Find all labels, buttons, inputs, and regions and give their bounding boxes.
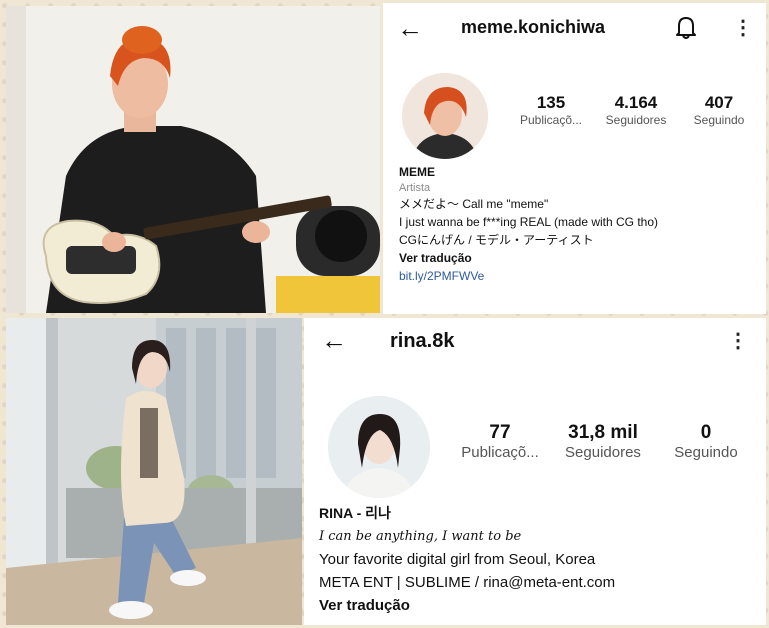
posts-label: Publicaçõ...: [461, 444, 539, 461]
posts-count: 77: [489, 422, 511, 443]
following-label: Seguindo: [674, 444, 738, 461]
bio-line: I just wanna be f***ing REAL (made with …: [399, 215, 659, 229]
bio-line: META ENT | SUBLIME / rina@meta-ent.com: [319, 574, 616, 591]
profile-bio: MEME Artista メメだよ～ Call me "meme" I just…: [399, 163, 759, 285]
avatar[interactable]: [328, 396, 430, 498]
posts-stat[interactable]: 77 Publicaçõ...: [454, 422, 546, 461]
meme-profile: ← meme.konichiwa ⋮ 135 Publicaçõ... 4.16…: [383, 3, 766, 314]
arrow-left-icon[interactable]: ←: [397, 15, 423, 41]
username: meme.konichiwa: [461, 17, 606, 37]
posts-stat[interactable]: 135 Publicaçõ...: [509, 93, 593, 127]
display-name: RINA - 리나: [319, 505, 391, 521]
bio-link[interactable]: bit.ly/2PMFWVe: [399, 267, 759, 285]
followers-stat[interactable]: 31,8 mil Seguidores: [552, 422, 654, 461]
meme-photo: [6, 6, 380, 313]
following-label: Seguindo: [693, 113, 745, 127]
posts-label: Publicaçõ...: [519, 113, 583, 127]
bio-line: メメだよ～ Call me "meme": [399, 197, 549, 211]
followers-label: Seguidores: [565, 444, 641, 461]
arrow-left-icon[interactable]: ←: [321, 327, 347, 353]
following-count: 407: [704, 93, 734, 112]
translate-link[interactable]: Ver tradução: [399, 249, 759, 267]
followers-count: 31,8 mil: [568, 422, 638, 443]
display-name: MEME: [399, 165, 435, 179]
bio-tagline: I can be anything, I want to be: [319, 529, 522, 544]
followers-stat[interactable]: 4.164 Seguidores: [594, 93, 678, 127]
username: rina.8k: [390, 330, 455, 352]
bio-line: CGにんげん / モデル・アーティスト: [399, 233, 594, 247]
profile-bio: RINA - 리나 I can be anything, I want to b…: [319, 502, 759, 617]
avatar[interactable]: [402, 73, 488, 159]
rina-profile: ← rina.8k ⋮ 77 Publicaçõ... 31,8 mil Seg…: [304, 318, 766, 625]
bio-line: Your favorite digital girl from Seoul, K…: [319, 551, 596, 568]
followers-label: Seguidores: [605, 113, 667, 127]
more-vertical-icon[interactable]: ⋮: [733, 15, 753, 40]
following-count: 0: [700, 422, 712, 443]
more-vertical-icon[interactable]: ⋮: [728, 328, 748, 353]
translate-link[interactable]: Ver tradução: [319, 594, 759, 617]
rina-photo: [6, 318, 302, 625]
category-label: Artista: [399, 182, 431, 194]
bell-icon[interactable]: [675, 15, 697, 44]
following-stat[interactable]: 407 Seguindo: [679, 93, 759, 127]
posts-count: 135: [536, 93, 566, 112]
profile-header: ← meme.konichiwa ⋮: [383, 13, 766, 43]
following-stat[interactable]: 0 Seguindo: [660, 422, 752, 461]
followers-count: 4.164: [614, 93, 658, 112]
